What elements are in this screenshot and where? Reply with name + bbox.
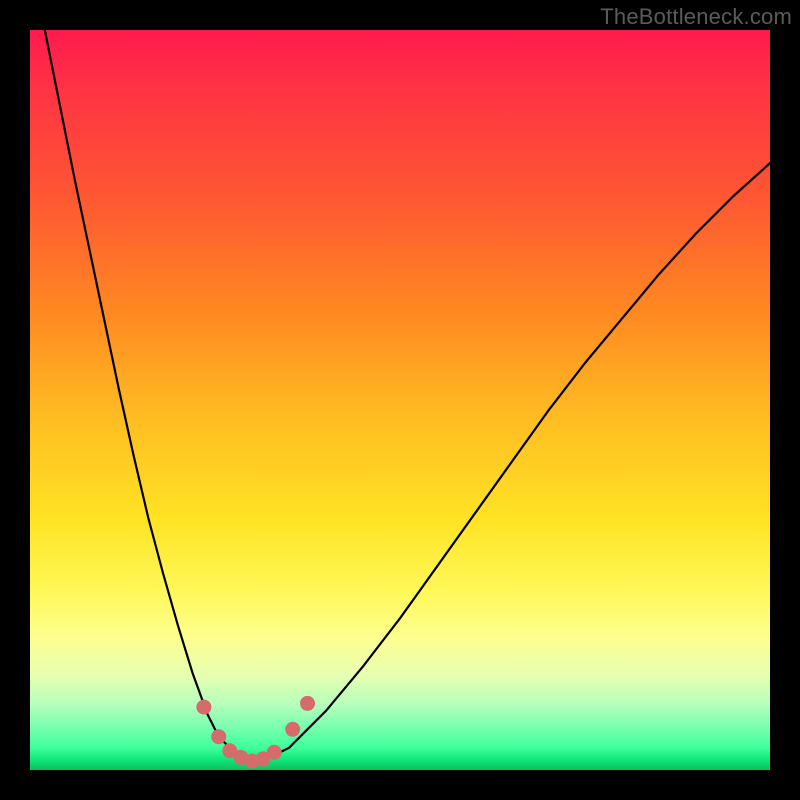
data-point [267,745,282,760]
data-point [222,743,237,758]
data-point [233,750,248,765]
chart-frame: TheBottleneck.com [0,0,800,800]
data-point [196,700,211,715]
watermark-text: TheBottleneck.com [600,4,792,30]
plot-area [30,30,770,770]
bottleneck-curve [30,30,770,761]
curve-svg [30,30,770,770]
data-point [245,754,260,769]
trough-dots [196,696,315,769]
data-point [285,722,300,737]
data-point [300,696,315,711]
data-point [256,751,271,766]
data-point [211,729,226,744]
